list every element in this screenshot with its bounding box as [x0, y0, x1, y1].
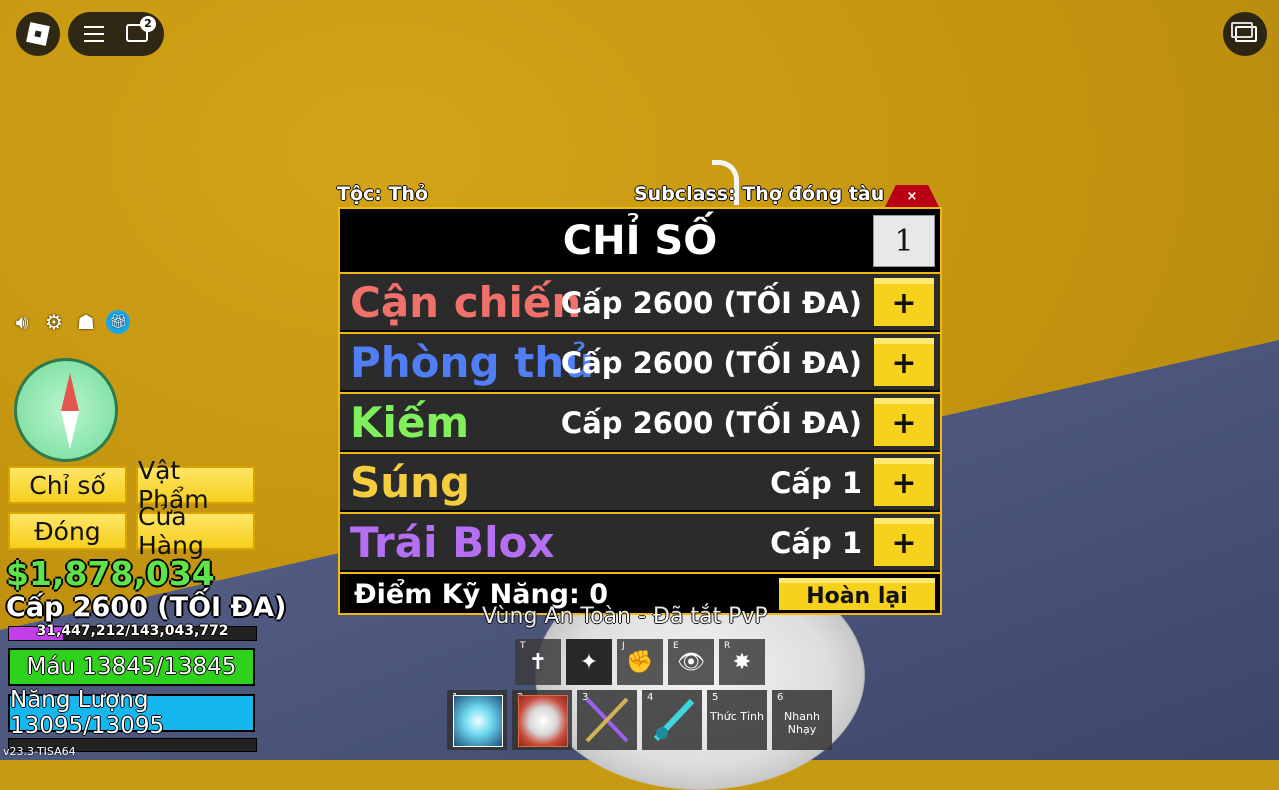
compass-south-needle — [61, 411, 79, 449]
stat-name: Súng — [350, 458, 471, 507]
stat-row-gun: Súng Cấp 1 + — [340, 452, 940, 510]
hotbar-slot[interactable]: 4 — [642, 690, 702, 750]
skill-icon: ✸ — [732, 649, 752, 675]
add-sword-button[interactable]: + — [874, 398, 934, 446]
stat-row-defense: Phòng thủ Cấp 2600 (TỐI ĐA) + — [340, 332, 940, 390]
gear-icon[interactable]: ⚙ — [42, 310, 66, 334]
skill-slot[interactable]: E 👁 — [668, 639, 714, 685]
hotbar-label: Nhanh Nhạy — [784, 710, 820, 736]
shop-button[interactable]: Cửa Hàng — [136, 502, 255, 560]
chat-badge: 2 — [140, 16, 156, 32]
energy-text: Năng Lượng 13095/13095 — [10, 687, 165, 739]
add-blox-fruit-button[interactable]: + — [874, 518, 934, 566]
money-display: $1,878,034 — [6, 554, 215, 593]
compass[interactable] — [14, 358, 118, 462]
stat-row-blox-fruit: Trái Blox Cấp 1 + — [340, 512, 940, 570]
fighting-style-icon — [453, 695, 503, 747]
xp-bar: 31,447,212/143,043,772 — [8, 623, 257, 641]
skill-slot[interactable]: ✦ — [566, 639, 612, 685]
hotbar-number: 5 — [712, 692, 719, 703]
add-melee-button[interactable]: + — [874, 278, 934, 326]
add-defense-button[interactable]: + — [874, 338, 934, 386]
skill-slot[interactable]: R ✸ — [719, 639, 765, 685]
safe-zone-text: Vùng An Toàn - Đã tắt PvP — [482, 604, 768, 629]
hotbar-label: Thức Tỉnh — [710, 710, 764, 723]
stat-row-sword: Kiếm Cấp 2600 (TỐI ĐA) + — [340, 392, 940, 450]
sword-icon — [653, 698, 695, 742]
stat-level: Cấp 2600 (TỐI ĐA) — [560, 286, 862, 320]
skill-slot[interactable]: J ✊ — [617, 639, 663, 685]
stat-name: Cận chiến — [350, 278, 582, 327]
stat-name: Trái Blox — [350, 518, 555, 567]
fruit-icon — [518, 695, 568, 747]
skill-icon: ✦ — [579, 649, 599, 675]
stat-name: Kiếm — [350, 398, 470, 447]
hamburger-menu-icon[interactable] — [84, 26, 104, 42]
items-button[interactable]: Vật Phẩm — [136, 456, 255, 514]
close-button[interactable]: Đóng — [8, 512, 127, 550]
stat-level: Cấp 1 — [770, 526, 862, 560]
gift-icon[interactable]: 🎁︎ — [106, 310, 130, 334]
window-toggle-button[interactable] — [1223, 12, 1267, 56]
energy-bar: Năng Lượng 13095/13095 — [8, 687, 255, 739]
add-gun-button[interactable]: + — [874, 458, 934, 506]
subclass-label: Subclass: Thợ đóng tàu — [634, 183, 885, 205]
roblox-menu-button[interactable] — [16, 12, 60, 56]
stat-row-melee: Cận chiến Cấp 2600 (TỐI ĐA) + — [340, 272, 940, 330]
top-menu-pill: 2 — [68, 12, 164, 56]
reset-stats-button[interactable]: Hoàn lại — [779, 578, 935, 610]
dual-swords-icon — [585, 697, 629, 743]
panel-title-row: CHỈ SỐ 1 — [340, 209, 940, 272]
points-amount-input[interactable]: 1 — [873, 215, 935, 267]
hud-small-icons: 🔊︎ ⚙ ☗ 🎁︎ — [10, 310, 130, 334]
eye-icon: 👁 — [677, 649, 705, 675]
health-bar: Máu 13845/13845 — [8, 648, 255, 686]
health-text: Máu 13845/13845 — [26, 654, 237, 680]
version-label: v23.3-TISA64 — [3, 745, 76, 758]
crew-icon[interactable]: ☗ — [74, 310, 98, 334]
hotbar-slot[interactable]: 1 — [447, 690, 507, 750]
skill-slot[interactable]: T ✝ — [515, 639, 561, 685]
windows-icon — [1231, 22, 1257, 42]
hotbar-slot[interactable]: 6 Nhanh Nhạy — [772, 690, 832, 750]
xp-text: 31,447,212/143,043,772 — [36, 623, 229, 639]
stat-level: Cấp 2600 (TỐI ĐA) — [560, 346, 862, 380]
stat-level: Cấp 2600 (TỐI ĐA) — [560, 406, 862, 440]
level-display: Cấp 2600 (TỐI ĐA) — [6, 592, 287, 623]
speaker-icon[interactable]: 🔊︎ — [10, 310, 34, 334]
race-label: Tộc: Thỏ — [337, 183, 429, 205]
hotbar-slot[interactable]: 5 Thức Tỉnh — [707, 690, 767, 750]
stats-button[interactable]: Chỉ số — [8, 466, 127, 504]
compass-north-needle — [61, 373, 79, 411]
hotbar-number: 6 — [777, 692, 784, 703]
stat-name: Phòng thủ — [350, 338, 595, 387]
stats-panel: CHỈ SỐ 1 Cận chiến Cấp 2600 (TỐI ĐA) + P… — [338, 207, 942, 615]
roblox-logo-icon — [26, 22, 50, 46]
skill-icon: ✊ — [626, 649, 654, 675]
skill-icon: ✝ — [528, 649, 548, 675]
hotbar-slot[interactable]: 3 — [577, 690, 637, 750]
hotbar-slot[interactable]: 2 — [512, 690, 572, 750]
panel-title: CHỈ SỐ — [562, 217, 718, 264]
stat-level: Cấp 1 — [770, 466, 862, 500]
